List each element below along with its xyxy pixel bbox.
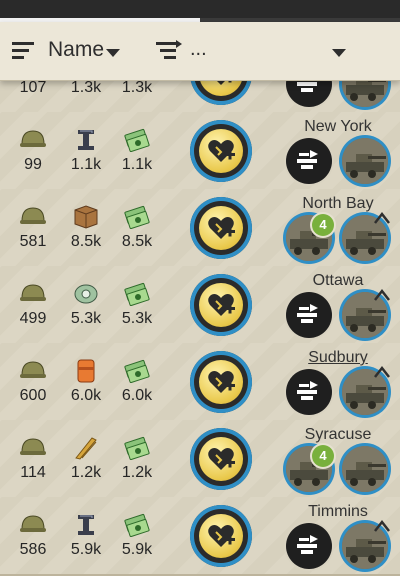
money-icon [123, 436, 151, 461]
money-value: 5.9k [121, 541, 153, 558]
money-icon [123, 282, 151, 307]
chevron-up-icon [374, 519, 390, 533]
infantry-resource: 581 [13, 205, 53, 251]
infantry-resource: 600 [13, 359, 53, 405]
heal-button[interactable] [190, 197, 252, 259]
heart-plus-icon [199, 437, 243, 481]
unit-portrait[interactable] [342, 138, 388, 184]
material-value: 8.5k [70, 233, 102, 250]
material-value: 1.3k [70, 79, 102, 96]
money-icon [123, 128, 151, 153]
infantry-resource: 99 [13, 128, 53, 174]
money-value: 5.3k [121, 310, 153, 327]
helmet-icon [19, 128, 47, 152]
unit-portrait[interactable] [342, 446, 388, 492]
material-value: 6.0k [70, 387, 102, 404]
heart-plus-icon [199, 283, 243, 327]
filter-icon[interactable] [156, 40, 182, 62]
infantry-value: 107 [19, 79, 47, 96]
steel-icon [72, 513, 100, 537]
heart-plus-icon [199, 129, 243, 173]
crate-icon [72, 205, 100, 229]
infantry-value: 586 [19, 541, 47, 558]
sort-filter-bar: Name ... [0, 22, 400, 81]
money-resource: 1.2k [117, 436, 157, 482]
money-resource: 8.5k [117, 205, 157, 251]
helmet-icon [19, 205, 47, 229]
heal-button[interactable] [190, 505, 252, 567]
helmet-icon [19, 282, 47, 306]
city-row[interactable]: 99 1.1k 1.1k New York [0, 112, 400, 191]
money-resource: 5.3k [117, 282, 157, 328]
top-tab-strip [0, 0, 400, 22]
oil-icon [72, 359, 100, 383]
infantry-resource: 586 [13, 513, 53, 559]
heal-button[interactable] [190, 274, 252, 336]
unit-count-badge: 4 [312, 445, 334, 467]
heal-button[interactable] [190, 428, 252, 490]
heart-plus-icon [199, 360, 243, 404]
infantry-value: 114 [20, 464, 46, 481]
command-unit-slot[interactable] [286, 369, 332, 415]
helmet-icon [19, 359, 47, 383]
material-resource: 6.0k [66, 359, 106, 405]
material-resource: 1.1k [66, 128, 106, 174]
material-value: 5.3k [70, 310, 102, 327]
food-icon [72, 436, 100, 460]
chevron-down-icon[interactable] [332, 49, 346, 57]
money-value: 1.3k [121, 79, 153, 96]
money-value: 8.5k [121, 233, 153, 250]
money-value: 6.0k [121, 387, 153, 404]
chevron-up-icon [374, 288, 390, 302]
sort-by-name-dropdown[interactable]: Name [48, 38, 104, 62]
material-value: 1.1k [70, 156, 102, 173]
infantry-value: 99 [24, 156, 42, 173]
chevron-down-icon[interactable] [106, 49, 120, 57]
city-row[interactable]: 586 5.9k 5.9k Timmins [0, 497, 400, 576]
money-value: 1.2k [121, 464, 153, 481]
material-value: 5.9k [70, 541, 102, 558]
money-resource: 5.9k [117, 513, 157, 559]
city-name[interactable]: Syracuse [280, 426, 396, 444]
heart-plus-icon [199, 514, 243, 558]
city-row[interactable]: 581 8.5k 8.5k North Bay 4 [0, 189, 400, 268]
material-resource: 8.5k [66, 205, 106, 251]
infantry-resource: 114 [13, 436, 53, 482]
money-resource: 6.0k [117, 359, 157, 405]
command-unit-slot[interactable] [286, 292, 332, 338]
heart-plus-icon [199, 206, 243, 250]
infantry-resource: 499 [13, 282, 53, 328]
infantry-value: 581 [19, 233, 47, 250]
chevron-up-icon [374, 211, 390, 225]
infantry-value: 600 [19, 387, 47, 404]
money-icon [123, 513, 151, 538]
parts-icon [72, 282, 100, 306]
city-row[interactable]: 114 1.2k 1.2k Syracuse 4 [0, 420, 400, 499]
money-icon [123, 359, 151, 384]
material-value: 1.2k [70, 464, 102, 481]
material-resource: 5.3k [66, 282, 106, 328]
heal-button[interactable] [190, 351, 252, 413]
chevron-up-icon [374, 365, 390, 379]
unit-count-badge: 4 [312, 214, 334, 236]
money-resource: 1.1k [117, 128, 157, 174]
helmet-icon [19, 436, 47, 460]
material-resource: 5.9k [66, 513, 106, 559]
money-value: 1.1k [121, 156, 153, 173]
material-resource: 1.2k [66, 436, 106, 482]
infantry-value: 499 [19, 310, 47, 327]
city-name[interactable]: New York [280, 118, 396, 136]
money-icon [123, 205, 151, 230]
city-row[interactable]: 499 5.3k 5.3k Ottawa [0, 266, 400, 345]
steel-icon [72, 128, 100, 152]
command-unit-slot[interactable] [286, 138, 332, 184]
sort-lines-icon[interactable] [12, 42, 34, 60]
command-unit-slot[interactable] [286, 523, 332, 569]
helmet-icon [19, 513, 47, 537]
city-row[interactable]: 600 6.0k 6.0k Sudbury [0, 343, 400, 422]
heal-button[interactable] [190, 120, 252, 182]
filter-dropdown-label[interactable]: ... [190, 38, 207, 61]
